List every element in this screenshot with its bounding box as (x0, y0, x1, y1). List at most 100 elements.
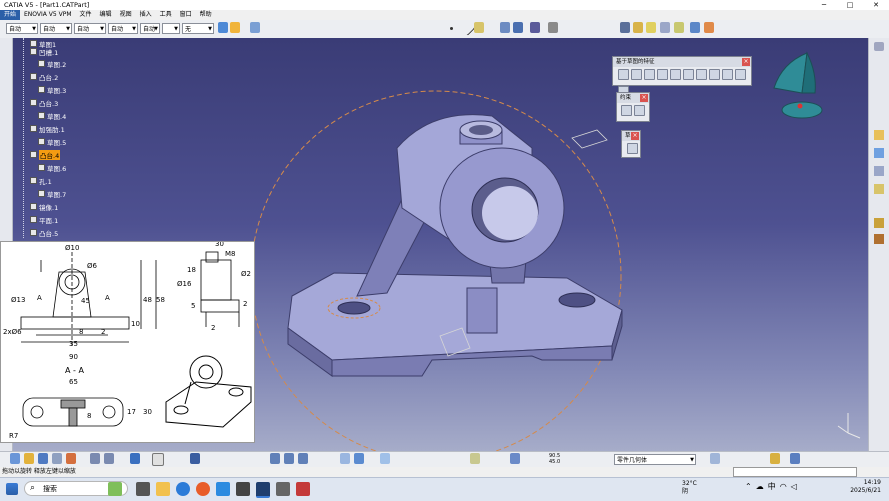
hole-icon[interactable] (670, 69, 681, 80)
zoom-in-icon[interactable] (284, 453, 294, 464)
fit-all-icon[interactable] (690, 22, 700, 33)
brush-icon[interactable] (230, 22, 240, 33)
point-type-dropdown[interactable]: 自动 ▼ (140, 23, 160, 34)
menu-file[interactable]: 文件 (76, 10, 96, 20)
pan-icon[interactable] (190, 453, 200, 464)
assemble-icon[interactable] (874, 234, 884, 244)
tree-node[interactable]: 草图.7 (38, 188, 66, 199)
axis-icon[interactable] (500, 22, 510, 33)
start-icon[interactable] (6, 483, 18, 495)
point-icon[interactable] (450, 27, 453, 30)
view-icon[interactable] (620, 22, 630, 33)
stiffener-icon[interactable] (709, 69, 720, 80)
tree-node[interactable]: 凸台.2 (30, 71, 58, 82)
normal-view-icon[interactable] (340, 453, 350, 464)
fillet-icon[interactable] (874, 130, 884, 140)
tree-node[interactable]: 凸台.5 (30, 227, 58, 238)
tree-node[interactable]: 镜像.1 (30, 201, 58, 212)
slot-icon[interactable] (696, 69, 707, 80)
chevron-up-icon[interactable]: ⌃ (745, 482, 756, 491)
shell-icon[interactable] (874, 166, 884, 176)
menu-edit[interactable]: 编辑 (96, 10, 116, 20)
menu-tools[interactable]: 工具 (156, 10, 176, 20)
tree-node[interactable]: 草图.3 (38, 84, 66, 95)
menu-view[interactable]: 视图 (116, 10, 136, 20)
menu-window[interactable]: 窗口 (176, 10, 196, 20)
tree-node[interactable]: 草图.6 (38, 162, 66, 173)
render-style-dropdown[interactable]: 无 ▼ (182, 23, 214, 34)
new-icon[interactable] (10, 453, 20, 464)
menu-enovia[interactable]: ENOVIA V5 VPM (20, 10, 76, 20)
undo-icon[interactable] (90, 453, 100, 464)
volume-icon[interactable]: ◁ (791, 482, 801, 491)
cloud-icon[interactable]: ☁ (756, 482, 768, 491)
print-icon[interactable] (52, 453, 62, 464)
compass[interactable] (773, 51, 823, 119)
wifi-icon[interactable]: ◠ (780, 482, 791, 491)
command-input[interactable] (733, 467, 857, 477)
pocket-icon[interactable] (631, 69, 642, 80)
format-icon[interactable] (250, 22, 260, 33)
measure-between-icon[interactable] (510, 453, 520, 464)
apply-material-icon[interactable] (470, 453, 480, 464)
shading-mode-icon[interactable] (380, 453, 390, 464)
catalog-icon[interactable] (770, 453, 780, 464)
line-type-dropdown[interactable]: 自动 ▼ (108, 23, 138, 34)
grid-icon[interactable] (530, 22, 540, 33)
sketch-icon[interactable] (627, 143, 638, 154)
open-icon[interactable] (24, 453, 34, 464)
clock[interactable]: 14:19 2025/6/21 (850, 479, 881, 495)
tree-node[interactable]: 平面.1 (30, 214, 58, 225)
plane-icon[interactable] (474, 22, 484, 33)
groove-icon[interactable] (657, 69, 668, 80)
draft-icon[interactable] (874, 148, 884, 158)
file-explorer-icon[interactable] (156, 482, 170, 496)
layer-dropdown[interactable]: ▼ (162, 23, 180, 34)
shaft-icon[interactable] (644, 69, 655, 80)
thickness-icon[interactable] (874, 184, 884, 194)
menu-insert[interactable]: 插入 (136, 10, 156, 20)
ime-indicator[interactable]: 中 (768, 482, 780, 491)
sketch-analysis-icon[interactable] (710, 453, 720, 464)
swap-space-icon[interactable] (674, 22, 684, 33)
knowledge-icon[interactable] (790, 453, 800, 464)
tree-node[interactable]: 凹槽.1 (30, 46, 58, 57)
tree-node[interactable]: 草图.2 (38, 58, 66, 69)
loft-icon[interactable] (722, 69, 733, 80)
auto-constraint-icon[interactable] (634, 105, 645, 116)
close-icon[interactable]: × (631, 132, 639, 140)
app-icon[interactable] (216, 482, 230, 496)
tree-node[interactable]: 孔.1 (30, 175, 52, 186)
redo-icon[interactable] (104, 453, 114, 464)
multi-view-icon[interactable] (354, 453, 364, 464)
menu-help[interactable]: 帮助 (196, 10, 216, 20)
tree-node[interactable]: 草图.4 (38, 110, 66, 121)
app-icon[interactable] (276, 482, 290, 496)
tree-node-selected[interactable]: 凸台.4 (30, 149, 61, 160)
tree-node[interactable]: 加强肋.1 (30, 123, 65, 134)
paint-icon[interactable] (218, 22, 228, 33)
remove-loft-icon[interactable] (735, 69, 746, 80)
iso-view-icon[interactable] (633, 22, 643, 33)
line-thickness-dropdown[interactable]: 自动 ▼ (74, 23, 106, 34)
boolean-icon[interactable] (874, 218, 884, 228)
tree-node[interactable]: 凸台.3 (30, 97, 58, 108)
formula-icon[interactable] (152, 453, 164, 466)
catia-taskbar-icon[interactable] (256, 482, 270, 498)
browser-icon[interactable] (196, 482, 210, 496)
menu-start[interactable]: 开始 (0, 10, 21, 20)
constraint-icon[interactable] (621, 105, 632, 116)
system-tray[interactable]: ⌃☁中◠◁ (745, 481, 801, 492)
hide-show-icon[interactable] (660, 22, 670, 33)
rib-icon[interactable] (683, 69, 694, 80)
widget-icon[interactable] (108, 482, 122, 496)
body-selector-dropdown[interactable]: 零件几何体 ▼ (614, 454, 696, 465)
task-view-icon[interactable] (136, 482, 150, 496)
weather-widget[interactable]: 32°C 阴 (682, 480, 697, 496)
rotate-icon[interactable] (270, 453, 280, 464)
measure-icon[interactable] (704, 22, 714, 33)
color-dropdown[interactable]: 自动 ▼ (6, 23, 38, 34)
right-tool-1-icon[interactable] (874, 42, 884, 51)
close-icon[interactable]: × (742, 58, 750, 66)
snap-icon[interactable] (513, 22, 523, 33)
